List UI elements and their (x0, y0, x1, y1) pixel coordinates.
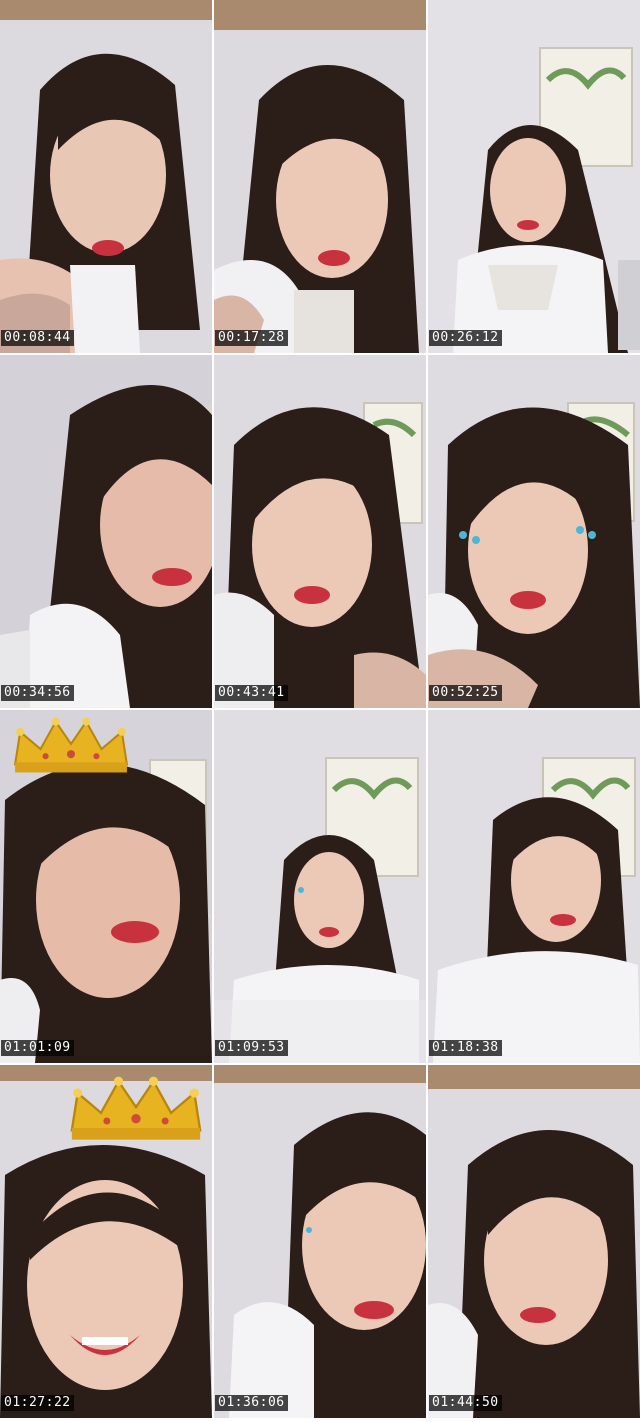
timestamp-label: 01:18:38 (429, 1040, 502, 1056)
timestamp-label: 00:52:25 (429, 685, 502, 701)
frame-image (0, 355, 212, 708)
frame-image (214, 710, 426, 1063)
timestamp-label: 00:08:44 (1, 330, 74, 346)
timestamp-label: 01:01:09 (1, 1040, 74, 1056)
timestamp-label: 01:09:53 (215, 1040, 288, 1056)
video-frame-5[interactable]: 00:43:41 (214, 355, 426, 708)
frame-image (428, 1065, 640, 1418)
video-frame-11[interactable]: 01:36:06 (214, 1065, 426, 1418)
crown-filter-icon (13, 717, 129, 773)
frame-image (214, 0, 426, 353)
video-frame-1[interactable]: 00:08:44 (0, 0, 212, 353)
frame-image (214, 1065, 426, 1418)
video-frame-9[interactable]: 01:18:38 (428, 710, 640, 1063)
timestamp-label: 01:27:22 (1, 1395, 74, 1411)
video-frame-2[interactable]: 00:17:28 (214, 0, 426, 353)
video-frame-10[interactable]: 01:27:22 (0, 1065, 212, 1418)
frame-image (428, 0, 640, 353)
crown-filter-icon (70, 1076, 202, 1140)
timestamp-label: 00:17:28 (215, 330, 288, 346)
timestamp-label: 00:43:41 (215, 685, 288, 701)
timestamp-label: 00:26:12 (429, 330, 502, 346)
video-frame-12[interactable]: 01:44:50 (428, 1065, 640, 1418)
video-frame-3[interactable]: 00:26:12 (428, 0, 640, 353)
video-frame-6[interactable]: 00:52:25 (428, 355, 640, 708)
frame-image (428, 710, 640, 1063)
timestamp-label: 01:36:06 (215, 1395, 288, 1411)
video-frame-8[interactable]: 01:09:53 (214, 710, 426, 1063)
frame-image (428, 355, 640, 708)
timestamp-label: 00:34:56 (1, 685, 74, 701)
thumbnail-grid: 00:08:44 00:17:28 00:26:12 00:34:56 00:4… (0, 0, 640, 1422)
timestamp-label: 01:44:50 (429, 1395, 502, 1411)
video-frame-7[interactable]: 01:01:09 (0, 710, 212, 1063)
frame-image (0, 0, 212, 353)
video-frame-4[interactable]: 00:34:56 (0, 355, 212, 708)
frame-image (214, 355, 426, 708)
